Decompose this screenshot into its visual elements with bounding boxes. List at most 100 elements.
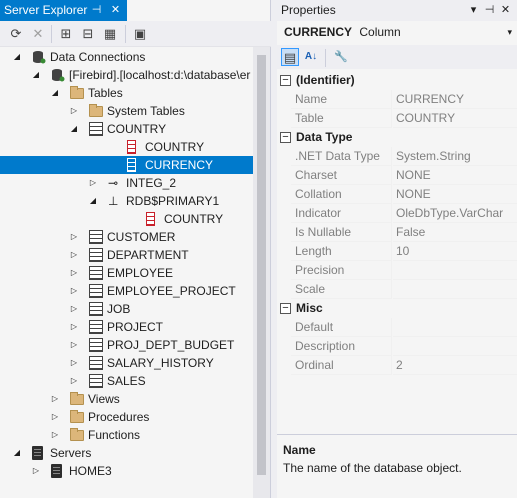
object-selector[interactable]: CURRENCY Column ▾ [279, 22, 515, 43]
tree-node[interactable]: CURRENCY [0, 156, 253, 174]
property-row[interactable]: Indicator OleDbType.VarChar [277, 204, 517, 223]
vertical-scrollbar[interactable] [253, 47, 270, 498]
property-row[interactable]: Charset NONE [277, 166, 517, 185]
server-explorer-title-bar[interactable]: Server Explorer ⊣ ✕ [0, 0, 127, 21]
properties-icon[interactable]: ▣ [131, 25, 149, 43]
property-value[interactable]: System.String [393, 147, 517, 166]
collapse-arrow-icon[interactable]: ◢ [69, 120, 79, 138]
property-row[interactable]: Ordinal 2 [277, 356, 517, 375]
property-row[interactable]: Description [277, 337, 517, 356]
expand-arrow-icon[interactable]: ▷ [69, 102, 79, 120]
collapse-arrow-icon[interactable]: ◢ [12, 48, 22, 66]
tree-node[interactable]: COUNTRY [0, 210, 253, 228]
property-value[interactable]: False [393, 223, 517, 242]
property-row[interactable]: .NET Data Type System.String [277, 147, 517, 166]
property-row[interactable]: Scale [277, 280, 517, 299]
tree-node-label: SALARY_HISTORY [107, 356, 214, 370]
property-value[interactable]: 10 [393, 242, 517, 261]
expand-arrow-icon[interactable]: ▷ [69, 336, 79, 354]
close-icon[interactable]: ✕ [108, 2, 123, 18]
collapse-arrow-icon[interactable]: ◢ [50, 84, 60, 102]
tree-node-label: HOME3 [69, 464, 112, 478]
property-row[interactable]: Collation NONE [277, 185, 517, 204]
expand-arrow-icon[interactable]: ▷ [69, 282, 79, 300]
connect-server-icon[interactable]: ⊟ [79, 25, 97, 43]
refresh-icon[interactable]: ⟳ [7, 25, 25, 43]
property-row[interactable]: Precision [277, 261, 517, 280]
tree-node[interactable]: ◢ ⊥ RDB$PRIMARY1 [0, 192, 253, 210]
property-pages-icon[interactable]: 🔧 [332, 48, 350, 66]
expand-arrow-icon[interactable]: ▷ [50, 426, 60, 444]
property-value[interactable]: COUNTRY [393, 109, 517, 128]
property-row[interactable]: Is Nullable False [277, 223, 517, 242]
property-category[interactable]: − (Identifier) [277, 71, 517, 90]
scrollbar-thumb[interactable] [257, 55, 266, 475]
tree-node[interactable]: ▷ Procedures [0, 408, 253, 426]
tree-node[interactable]: ▷ PROJ_DEPT_BUDGET [0, 336, 253, 354]
tree-node[interactable]: ◢ [Firebird].[localhost:d:\database\er [0, 66, 253, 84]
stop-icon[interactable]: ✕ [29, 25, 47, 43]
properties-title-bar[interactable]: Properties ▾ ⊣ ✕ [277, 0, 517, 21]
collapse-arrow-icon[interactable]: ◢ [88, 192, 98, 210]
expand-arrow-icon[interactable]: ▷ [88, 174, 98, 192]
property-row[interactable]: Length 10 [277, 242, 517, 261]
tree-node[interactable]: ▷ ⊸ INTEG_2 [0, 174, 253, 192]
window-position-icon[interactable]: ▾ [466, 2, 481, 18]
collapse-category-icon[interactable]: − [280, 132, 291, 143]
property-grid: − (Identifier) Name CURRENCY Table COUNTRY − Da… [277, 71, 517, 431]
tree-node[interactable]: ▷ EMPLOYEE [0, 264, 253, 282]
tree-node[interactable]: ▷ DEPARTMENT [0, 246, 253, 264]
property-value[interactable] [393, 261, 517, 280]
collapse-category-icon[interactable]: − [280, 75, 291, 86]
tree-node[interactable]: ▷ CUSTOMER [0, 228, 253, 246]
tree-node[interactable]: ▷ System Tables [0, 102, 253, 120]
tree-node[interactable]: ◢ Data Connections [0, 48, 253, 66]
property-value[interactable]: CURRENCY [393, 90, 517, 109]
collapse-arrow-icon[interactable]: ◢ [31, 66, 41, 84]
expand-arrow-icon[interactable]: ▷ [69, 372, 79, 390]
expand-arrow-icon[interactable]: ▷ [69, 228, 79, 246]
tree-node[interactable]: ▷ JOB [0, 300, 253, 318]
tree-node[interactable]: ▷ SALARY_HISTORY [0, 354, 253, 372]
chevron-down-icon[interactable]: ▾ [507, 23, 512, 42]
property-value[interactable]: NONE [393, 185, 517, 204]
expand-arrow-icon[interactable]: ▷ [69, 246, 79, 264]
sharepoint-icon[interactable]: ▦ [101, 25, 119, 43]
property-value[interactable] [393, 280, 517, 299]
expand-arrow-icon[interactable]: ▷ [69, 300, 79, 318]
expand-arrow-icon[interactable]: ▷ [50, 390, 60, 408]
tree-node[interactable]: ◢ COUNTRY [0, 120, 253, 138]
property-value[interactable]: 2 [393, 356, 517, 375]
close-icon[interactable]: ✕ [498, 2, 513, 18]
tree-node[interactable]: ◢ Servers [0, 444, 253, 462]
collapse-category-icon[interactable]: − [280, 303, 291, 314]
alphabetical-icon[interactable]: A↓ [302, 48, 320, 66]
property-value[interactable] [393, 337, 517, 356]
tree-node[interactable]: ▷ HOME3 [0, 462, 253, 480]
expand-arrow-icon[interactable]: ▷ [69, 318, 79, 336]
property-row[interactable]: Default [277, 318, 517, 337]
pin-icon[interactable]: ⊣ [482, 2, 497, 18]
collapse-arrow-icon[interactable]: ◢ [12, 444, 22, 462]
tree-node[interactable]: ▷ SALES [0, 372, 253, 390]
property-category[interactable]: − Misc [277, 299, 517, 318]
tree-node[interactable]: ▷ PROJECT [0, 318, 253, 336]
tree-node[interactable]: ◢ Tables [0, 84, 253, 102]
categorized-icon[interactable]: ▤ [281, 48, 299, 66]
expand-arrow-icon[interactable]: ▷ [31, 462, 41, 480]
property-row[interactable]: Name CURRENCY [277, 90, 517, 109]
tree-node[interactable]: ▷ Functions [0, 426, 253, 444]
tree-node[interactable]: COUNTRY [0, 138, 253, 156]
property-value[interactable]: NONE [393, 166, 517, 185]
property-value[interactable] [393, 318, 517, 337]
property-value[interactable]: OleDbType.VarChar [393, 204, 517, 223]
tree-node[interactable]: ▷ EMPLOYEE_PROJECT [0, 282, 253, 300]
expand-arrow-icon[interactable]: ▷ [69, 264, 79, 282]
expand-arrow-icon[interactable]: ▷ [69, 354, 79, 372]
tree-node[interactable]: ▷ Views [0, 390, 253, 408]
property-category[interactable]: − Data Type [277, 128, 517, 147]
expand-arrow-icon[interactable]: ▷ [50, 408, 60, 426]
pin-icon[interactable]: ⊣ [89, 2, 104, 18]
property-row[interactable]: Table COUNTRY [277, 109, 517, 128]
connect-database-icon[interactable]: ⊞ [57, 25, 75, 43]
